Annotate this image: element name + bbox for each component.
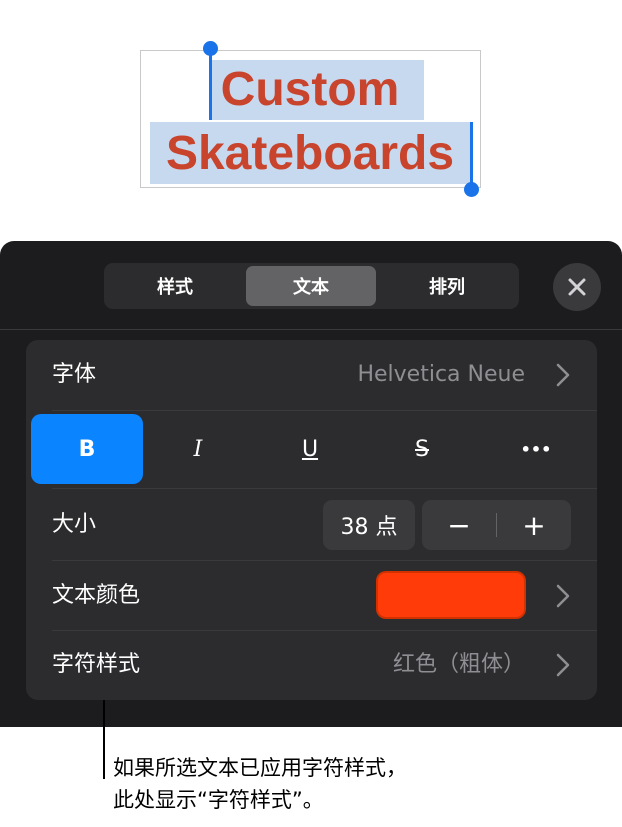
decrease-size-button[interactable]: − (422, 500, 496, 550)
tab-arrange[interactable]: 排列 (382, 266, 512, 306)
panel-header: 样式 文本 排列 (0, 241, 622, 330)
close-button[interactable] (553, 263, 601, 311)
divider (52, 410, 597, 411)
italic-button[interactable]: I (142, 414, 254, 484)
chevron-right-icon (556, 363, 570, 387)
size-stepper: − + (422, 500, 571, 550)
text-color-row[interactable]: 文本颜色 (26, 561, 597, 631)
callout-text: 如果所选文本已应用字符样式， 此处显示“字符样式”。 (113, 756, 407, 812)
character-style-row[interactable]: 字符样式 红色（粗体） (26, 631, 597, 700)
chevron-right-icon (556, 584, 570, 608)
callout-line (103, 700, 105, 779)
font-value: Helvetica Neue (357, 362, 525, 387)
increase-size-button[interactable]: + (497, 500, 571, 550)
selection-end-handle[interactable] (464, 182, 479, 197)
size-row: 大小 38 点 − + (26, 489, 597, 561)
font-label: 字体 (52, 362, 97, 387)
size-value-field[interactable]: 38 点 (323, 500, 415, 550)
selection-end-caret (470, 122, 473, 188)
selection-start-caret (209, 54, 212, 120)
document-canvas: Custom Skateboards (0, 0, 622, 242)
ellipsis-icon: ••• (520, 439, 552, 459)
color-swatch[interactable] (376, 571, 526, 619)
strikethrough-button[interactable]: S (366, 414, 478, 484)
chevron-right-icon (556, 653, 570, 677)
character-style-label: 字符样式 (52, 652, 141, 677)
character-style-value: 红色（粗体） (392, 652, 525, 677)
bold-button[interactable]: B (31, 414, 143, 484)
tab-style[interactable]: 样式 (110, 266, 240, 306)
underline-button[interactable]: U (254, 414, 366, 484)
size-label: 大小 (52, 512, 97, 537)
format-panel: 样式 文本 排列 字体 Helvetica Neue B I U S ••• 大… (0, 241, 622, 727)
selection-start-handle[interactable] (203, 41, 218, 56)
tab-text[interactable]: 文本 (246, 266, 376, 306)
format-tabs: 样式 文本 排列 (104, 263, 519, 309)
close-icon (568, 278, 586, 296)
text-color-label: 文本颜色 (52, 583, 141, 608)
more-styles-button[interactable]: ••• (480, 414, 592, 484)
text-line[interactable]: Custom (140, 60, 480, 120)
text-options-group: 字体 Helvetica Neue B I U S ••• 大小 38 点 − … (26, 340, 597, 700)
text-line[interactable]: Skateboards (140, 124, 480, 184)
font-row[interactable]: 字体 Helvetica Neue (26, 340, 597, 410)
font-style-row: B I U S ••• (26, 414, 597, 484)
